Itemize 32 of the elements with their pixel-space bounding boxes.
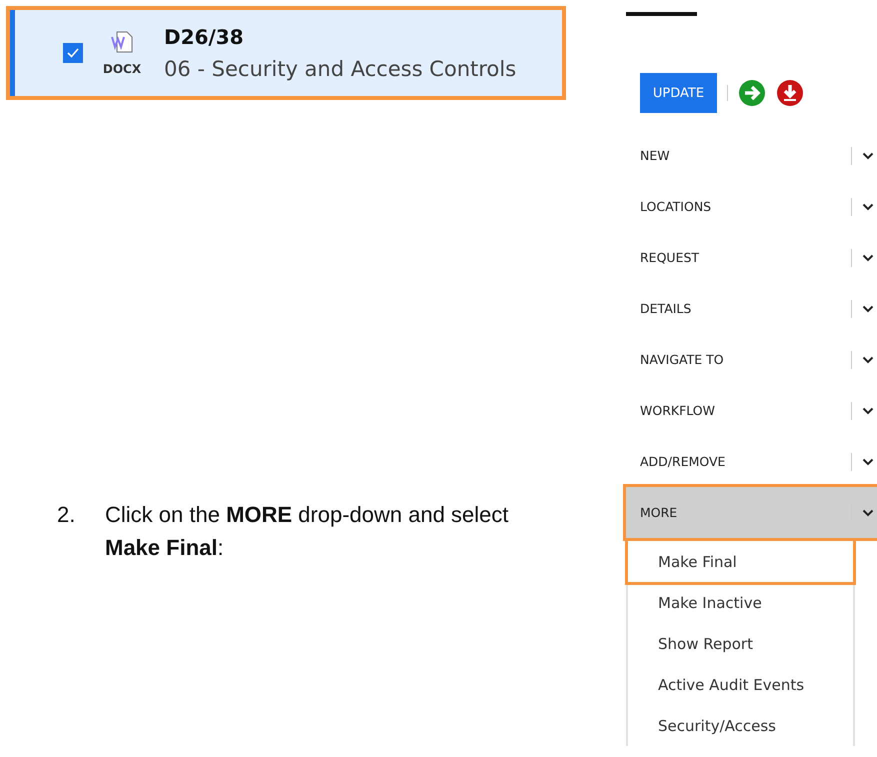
menu-item[interactable]: REQUEST <box>626 232 877 283</box>
chevron-down-icon <box>862 152 874 160</box>
dropdown-item[interactable]: Show Report <box>628 623 853 664</box>
instruction-text: Click on the MORE drop-down and select Make Final: <box>105 501 510 562</box>
record-title: 06 - Security and Access Controls <box>164 57 516 81</box>
checkbox[interactable] <box>63 43 83 63</box>
chevron-down-icon <box>862 508 874 516</box>
chevron-down-icon <box>862 254 874 262</box>
menu-item[interactable]: NAVIGATE TO <box>626 334 877 385</box>
word-document-icon <box>110 30 134 54</box>
checkmark-icon <box>67 48 79 58</box>
dropdown-item[interactable]: Security/Access <box>628 705 853 746</box>
file-type: DOCX <box>102 62 142 76</box>
download-icon[interactable] <box>776 79 804 107</box>
chevron-down-icon <box>862 202 874 210</box>
arrow-right-icon[interactable] <box>738 79 766 107</box>
dropdown-item[interactable]: Make Inactive <box>628 582 853 623</box>
chevron-down-icon <box>862 356 874 364</box>
step-number: 2. <box>57 501 76 529</box>
menu-item[interactable]: MORE <box>626 487 877 538</box>
dropdown-item[interactable]: Make Final <box>628 541 853 582</box>
menu-item[interactable]: LOCATIONS <box>626 181 877 232</box>
update-button[interactable]: UPDATE <box>640 73 717 113</box>
chevron-down-icon <box>862 458 874 466</box>
chevron-down-icon <box>862 304 874 312</box>
menu-item[interactable]: NEW <box>626 130 877 181</box>
chevron-down-icon <box>862 406 874 414</box>
menu-item[interactable]: ADD/REMOVE <box>626 436 877 487</box>
menu-item[interactable]: DETAILS <box>626 283 877 334</box>
record-number: D26/38 <box>164 25 245 49</box>
menu-item[interactable]: WORKFLOW <box>626 385 877 436</box>
dropdown-item[interactable]: Active Audit Events <box>628 664 853 705</box>
